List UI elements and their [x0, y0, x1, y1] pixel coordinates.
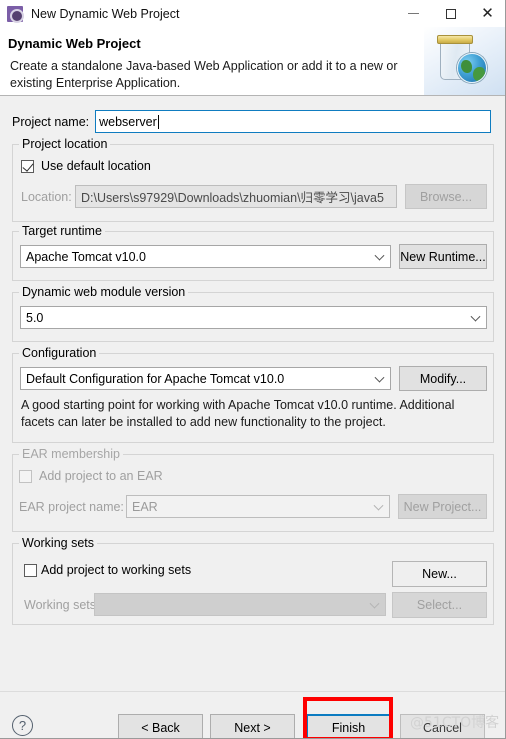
target-runtime-combo[interactable]: Apache Tomcat v10.0 — [20, 245, 391, 268]
page-title: Dynamic Web Project — [8, 36, 141, 51]
project-name-row: Project name: webserver — [12, 110, 494, 133]
window-title: New Dynamic Web Project — [31, 6, 180, 21]
project-name-input[interactable]: webserver — [95, 110, 492, 133]
web-module-version-value: 5.0 — [26, 310, 44, 325]
project-location-group-title: Project location — [19, 137, 111, 151]
eclipse-wizard-icon — [7, 5, 24, 23]
maximize-button[interactable] — [432, 0, 469, 27]
chevron-down-icon — [470, 311, 481, 322]
wizard-header: Dynamic Web Project Create a standalone … — [0, 27, 505, 96]
use-default-location-checkbox[interactable] — [21, 159, 34, 173]
close-icon: ✕ — [481, 5, 494, 22]
add-project-to-ear-row: Add project to an EAR — [19, 469, 163, 483]
ear-project-name-label: EAR project name: — [19, 500, 124, 514]
chevron-down-icon — [373, 500, 384, 511]
chevron-down-icon — [374, 250, 385, 261]
project-name-value: webserver — [99, 114, 157, 129]
next-button[interactable]: Next > — [210, 714, 295, 738]
jar-lid-icon — [437, 35, 473, 44]
use-default-location-label: Use default location — [41, 159, 151, 173]
title-bar: New Dynamic Web Project ✕ — [0, 0, 505, 27]
configuration-group-title: Configuration — [19, 346, 100, 360]
add-project-to-ear-label: Add project to an EAR — [39, 469, 163, 483]
web-module-version-combo[interactable]: 5.0 — [20, 306, 487, 329]
new-dynamic-web-project-dialog: New Dynamic Web Project ✕ Dynamic Web Pr… — [0, 0, 506, 739]
chevron-down-icon — [374, 372, 385, 383]
ear-project-name-combo: EAR — [126, 495, 390, 518]
maximize-icon — [445, 8, 456, 19]
wizard-body: Project name: webserver Project location… — [0, 96, 505, 691]
configuration-value: Default Configuration for Apache Tomcat … — [26, 371, 285, 386]
new-runtime-button[interactable]: New Runtime... — [399, 244, 487, 269]
working-sets-combo — [94, 593, 386, 616]
ear-membership-group: EAR membership Add project to an EAR EAR… — [12, 447, 494, 532]
use-default-location-row[interactable]: Use default location — [21, 159, 151, 173]
close-button[interactable]: ✕ — [469, 0, 505, 27]
target-runtime-value: Apache Tomcat v10.0 — [26, 249, 146, 264]
add-project-to-working-sets-row[interactable]: Add project to working sets — [24, 563, 191, 577]
select-working-set-button: Select... — [392, 592, 487, 618]
window-controls: ✕ — [395, 0, 505, 27]
configuration-group: Configuration Default Configuration for … — [12, 346, 494, 443]
ear-membership-group-title: EAR membership — [19, 447, 123, 461]
minimize-icon — [408, 13, 419, 14]
help-glyph: ? — [18, 718, 27, 733]
back-button[interactable]: < Back — [118, 714, 203, 738]
location-field: D:\Users\s97929\Downloads\zhuomian\归零学习\… — [75, 185, 397, 208]
location-label: Location: — [21, 190, 72, 204]
configuration-combo[interactable]: Default Configuration for Apache Tomcat … — [20, 367, 391, 390]
chevron-down-icon — [369, 598, 380, 609]
project-name-label: Project name: — [12, 114, 90, 129]
ear-project-name-value: EAR — [132, 499, 158, 514]
finish-button[interactable]: Finish — [306, 714, 391, 738]
configuration-description: A good starting point for working with A… — [21, 398, 455, 429]
working-sets-group: Working sets Add project to working sets… — [12, 536, 494, 625]
add-project-to-working-sets-label: Add project to working sets — [41, 563, 192, 577]
text-caret — [157, 114, 159, 129]
add-project-to-ear-checkbox — [19, 469, 32, 483]
globe-icon — [457, 53, 487, 83]
minimize-button[interactable] — [395, 0, 432, 27]
new-working-set-button[interactable]: New... — [392, 561, 487, 587]
web-module-version-group-title: Dynamic web module version — [19, 285, 189, 299]
question-mark-icon[interactable]: ? — [12, 715, 33, 736]
working-sets-group-title: Working sets — [19, 536, 98, 550]
web-module-version-group: Dynamic web module version 5.0 — [12, 285, 494, 342]
working-sets-label: Working sets: — [24, 598, 100, 612]
project-location-group: Project location Use default location Lo… — [12, 137, 494, 222]
watermark: @51CTO博客 — [410, 715, 500, 731]
modify-button[interactable]: Modify... — [399, 366, 487, 391]
new-project-button: New Project... — [398, 494, 487, 519]
target-runtime-group: Target runtime Apache Tomcat v10.0 New R… — [12, 224, 494, 281]
target-runtime-group-title: Target runtime — [19, 224, 105, 238]
jar-with-globe-icon — [424, 27, 505, 95]
page-description: Create a standalone Java-based Web Appli… — [10, 59, 398, 90]
browse-button: Browse... — [405, 184, 487, 209]
add-project-to-working-sets-checkbox[interactable] — [24, 563, 37, 577]
